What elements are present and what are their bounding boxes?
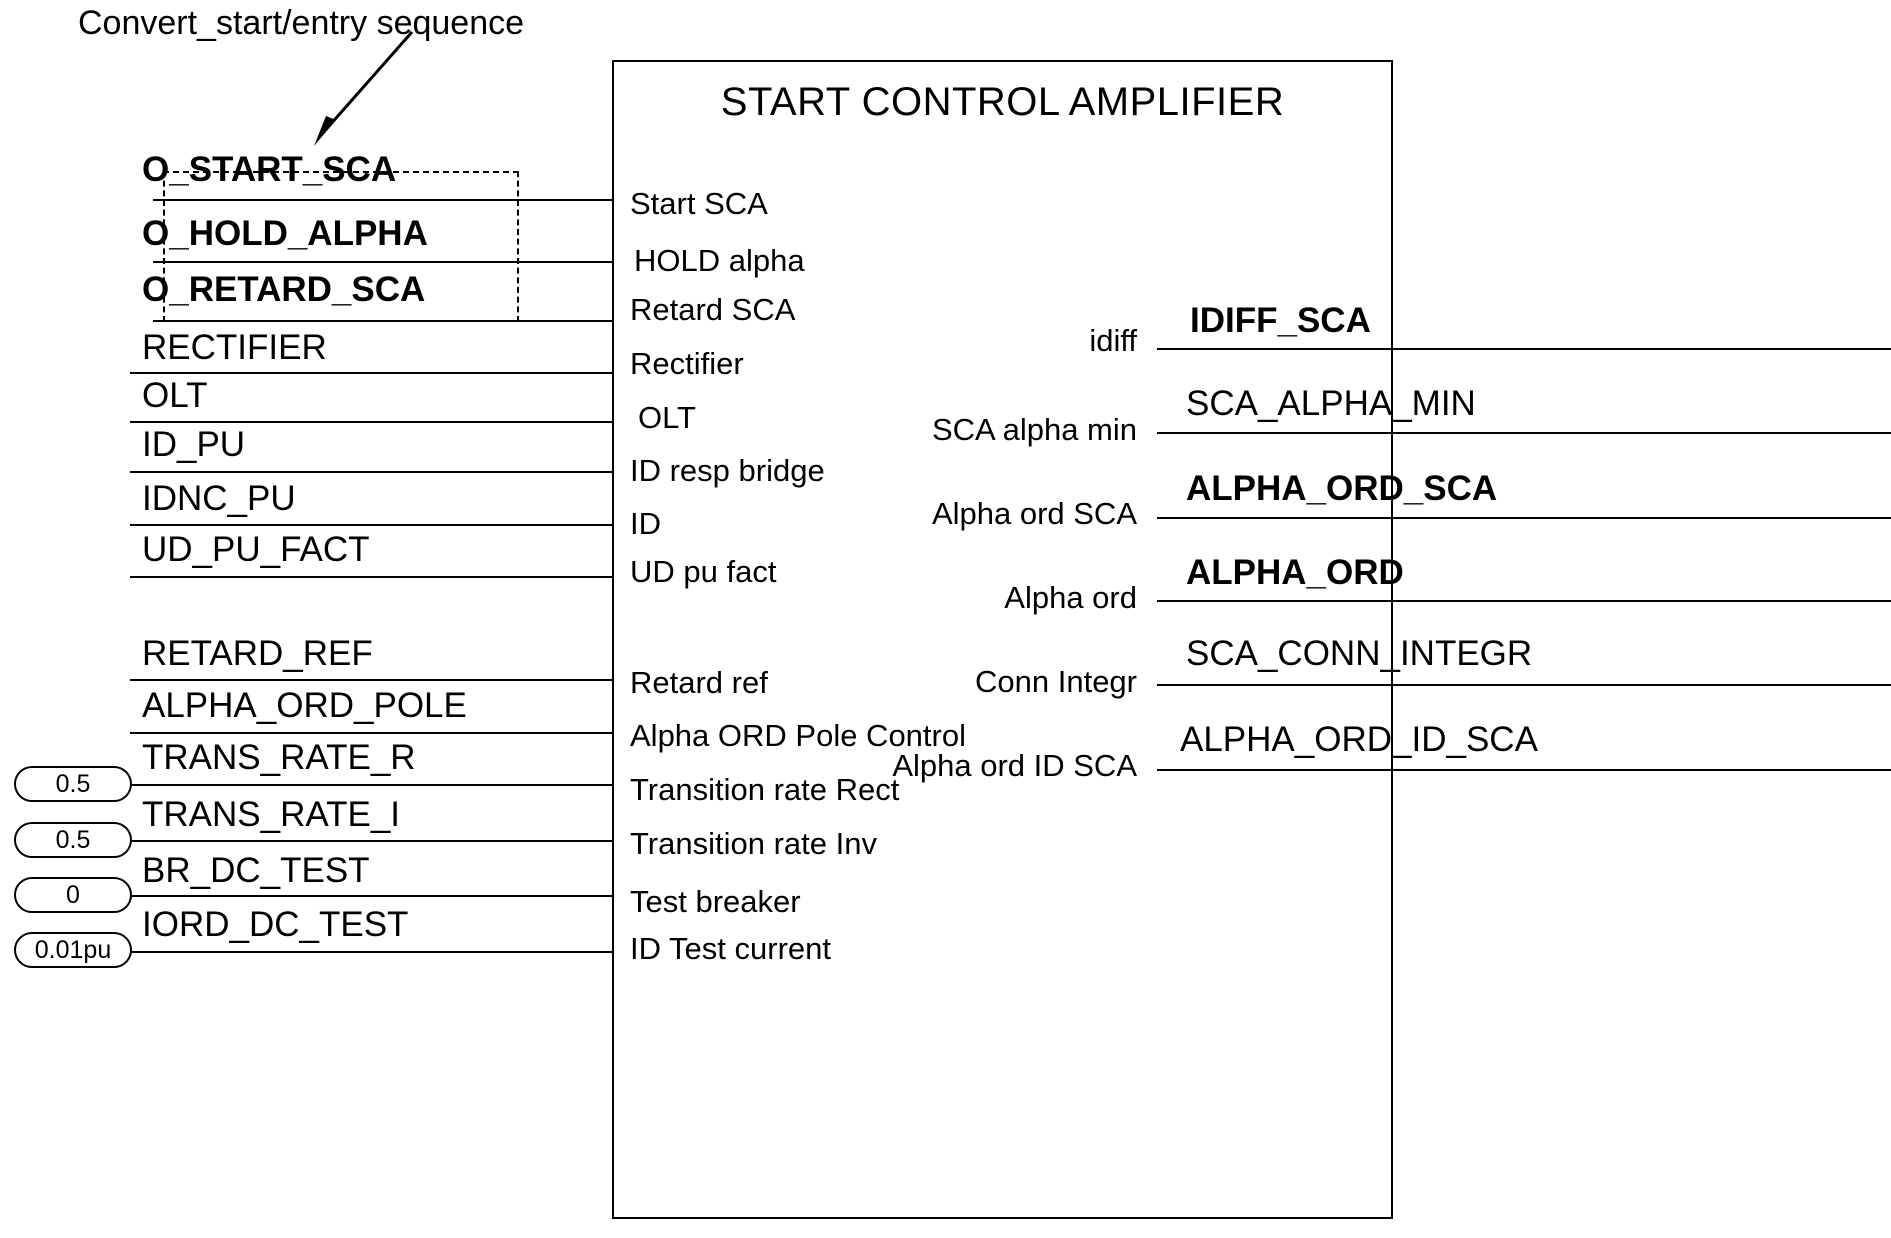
input-line-8 <box>130 679 612 681</box>
input-line-11 <box>130 840 612 842</box>
input-signal-2[interactable]: O_RETARD_SCA <box>142 272 425 307</box>
input-port-6: ID <box>630 506 661 541</box>
input-port-2: Retard SCA <box>630 292 796 327</box>
output-signal-2[interactable]: ALPHA_ORD_SCA <box>1186 471 1497 506</box>
input-signal-0[interactable]: O_START_SCA <box>142 152 396 187</box>
output-signal-0[interactable]: IDIFF_SCA <box>1190 303 1371 338</box>
input-line-2 <box>153 320 612 322</box>
constant-bubble-trans-rate-i[interactable]: 0.5 <box>14 822 132 858</box>
input-port-3: Rectifier <box>630 346 744 381</box>
input-signal-1[interactable]: O_HOLD_ALPHA <box>142 216 428 251</box>
output-line-0 <box>1157 348 1891 350</box>
output-line-4 <box>1157 684 1891 686</box>
output-line-5 <box>1157 769 1891 771</box>
input-signal-6[interactable]: IDNC_PU <box>142 481 296 516</box>
block-title: START CONTROL AMPLIFIER <box>720 80 1285 124</box>
output-signal-3[interactable]: ALPHA_ORD <box>1186 555 1404 590</box>
input-line-7 <box>130 576 612 578</box>
output-signal-4[interactable]: SCA_CONN_INTEGR <box>1186 636 1532 671</box>
input-signal-4[interactable]: OLT <box>142 378 207 413</box>
input-signal-13[interactable]: IORD_DC_TEST <box>142 907 408 942</box>
output-line-3 <box>1157 600 1891 602</box>
input-line-13 <box>130 951 612 953</box>
input-line-3 <box>130 372 612 374</box>
input-line-6 <box>130 524 612 526</box>
input-port-0: Start SCA <box>630 186 768 221</box>
constant-bubble-iord-dc-test[interactable]: 0.01pu <box>14 932 132 968</box>
output-line-1 <box>1157 432 1891 434</box>
input-port-12: Test breaker <box>630 884 801 919</box>
output-signal-1[interactable]: SCA_ALPHA_MIN <box>1186 386 1476 421</box>
input-line-10 <box>130 784 612 786</box>
input-signal-3[interactable]: RECTIFIER <box>142 330 327 365</box>
output-port-3: Alpha ord <box>1004 580 1137 615</box>
input-port-5: ID resp bridge <box>630 453 825 488</box>
input-signal-10[interactable]: TRANS_RATE_R <box>142 740 416 775</box>
constant-bubble-br-dc-test[interactable]: 0 <box>14 877 132 913</box>
input-signal-5[interactable]: ID_PU <box>142 427 245 462</box>
input-port-13: ID Test current <box>630 931 832 966</box>
output-line-2 <box>1157 517 1891 519</box>
constant-bubble-trans-rate-r[interactable]: 0.5 <box>14 766 132 802</box>
input-port-1: HOLD alpha <box>634 243 805 278</box>
input-signal-7[interactable]: UD_PU_FACT <box>142 532 370 567</box>
input-signal-12[interactable]: BR_DC_TEST <box>142 853 370 888</box>
input-line-9 <box>130 732 612 734</box>
output-port-0: idiff <box>1089 323 1137 358</box>
output-port-5: Alpha ord ID SCA <box>892 748 1137 783</box>
diagram-canvas: Convert_start/entry sequence START CONTR… <box>0 0 1891 1238</box>
output-port-1: SCA alpha min <box>931 412 1137 447</box>
input-port-8: Retard ref <box>630 665 768 700</box>
input-port-4: OLT <box>638 400 696 435</box>
input-line-0 <box>153 199 612 201</box>
input-signal-9[interactable]: ALPHA_ORD_POLE <box>142 688 467 723</box>
input-line-5 <box>130 471 612 473</box>
input-signal-11[interactable]: TRANS_RATE_I <box>142 797 400 832</box>
input-port-11: Transition rate Inv <box>630 826 877 861</box>
input-line-12 <box>130 895 612 897</box>
input-line-1 <box>153 261 612 263</box>
output-port-2: Alpha ord SCA <box>931 496 1137 531</box>
input-line-4 <box>130 421 612 423</box>
input-signal-8[interactable]: RETARD_REF <box>142 636 373 671</box>
annotation-arrow-icon <box>314 31 414 146</box>
input-port-7: UD pu fact <box>630 554 777 589</box>
input-port-9: Alpha ORD Pole Control <box>630 718 966 753</box>
output-port-4: Conn Integr <box>975 664 1137 699</box>
output-signal-5[interactable]: ALPHA_ORD_ID_SCA <box>1180 722 1538 757</box>
